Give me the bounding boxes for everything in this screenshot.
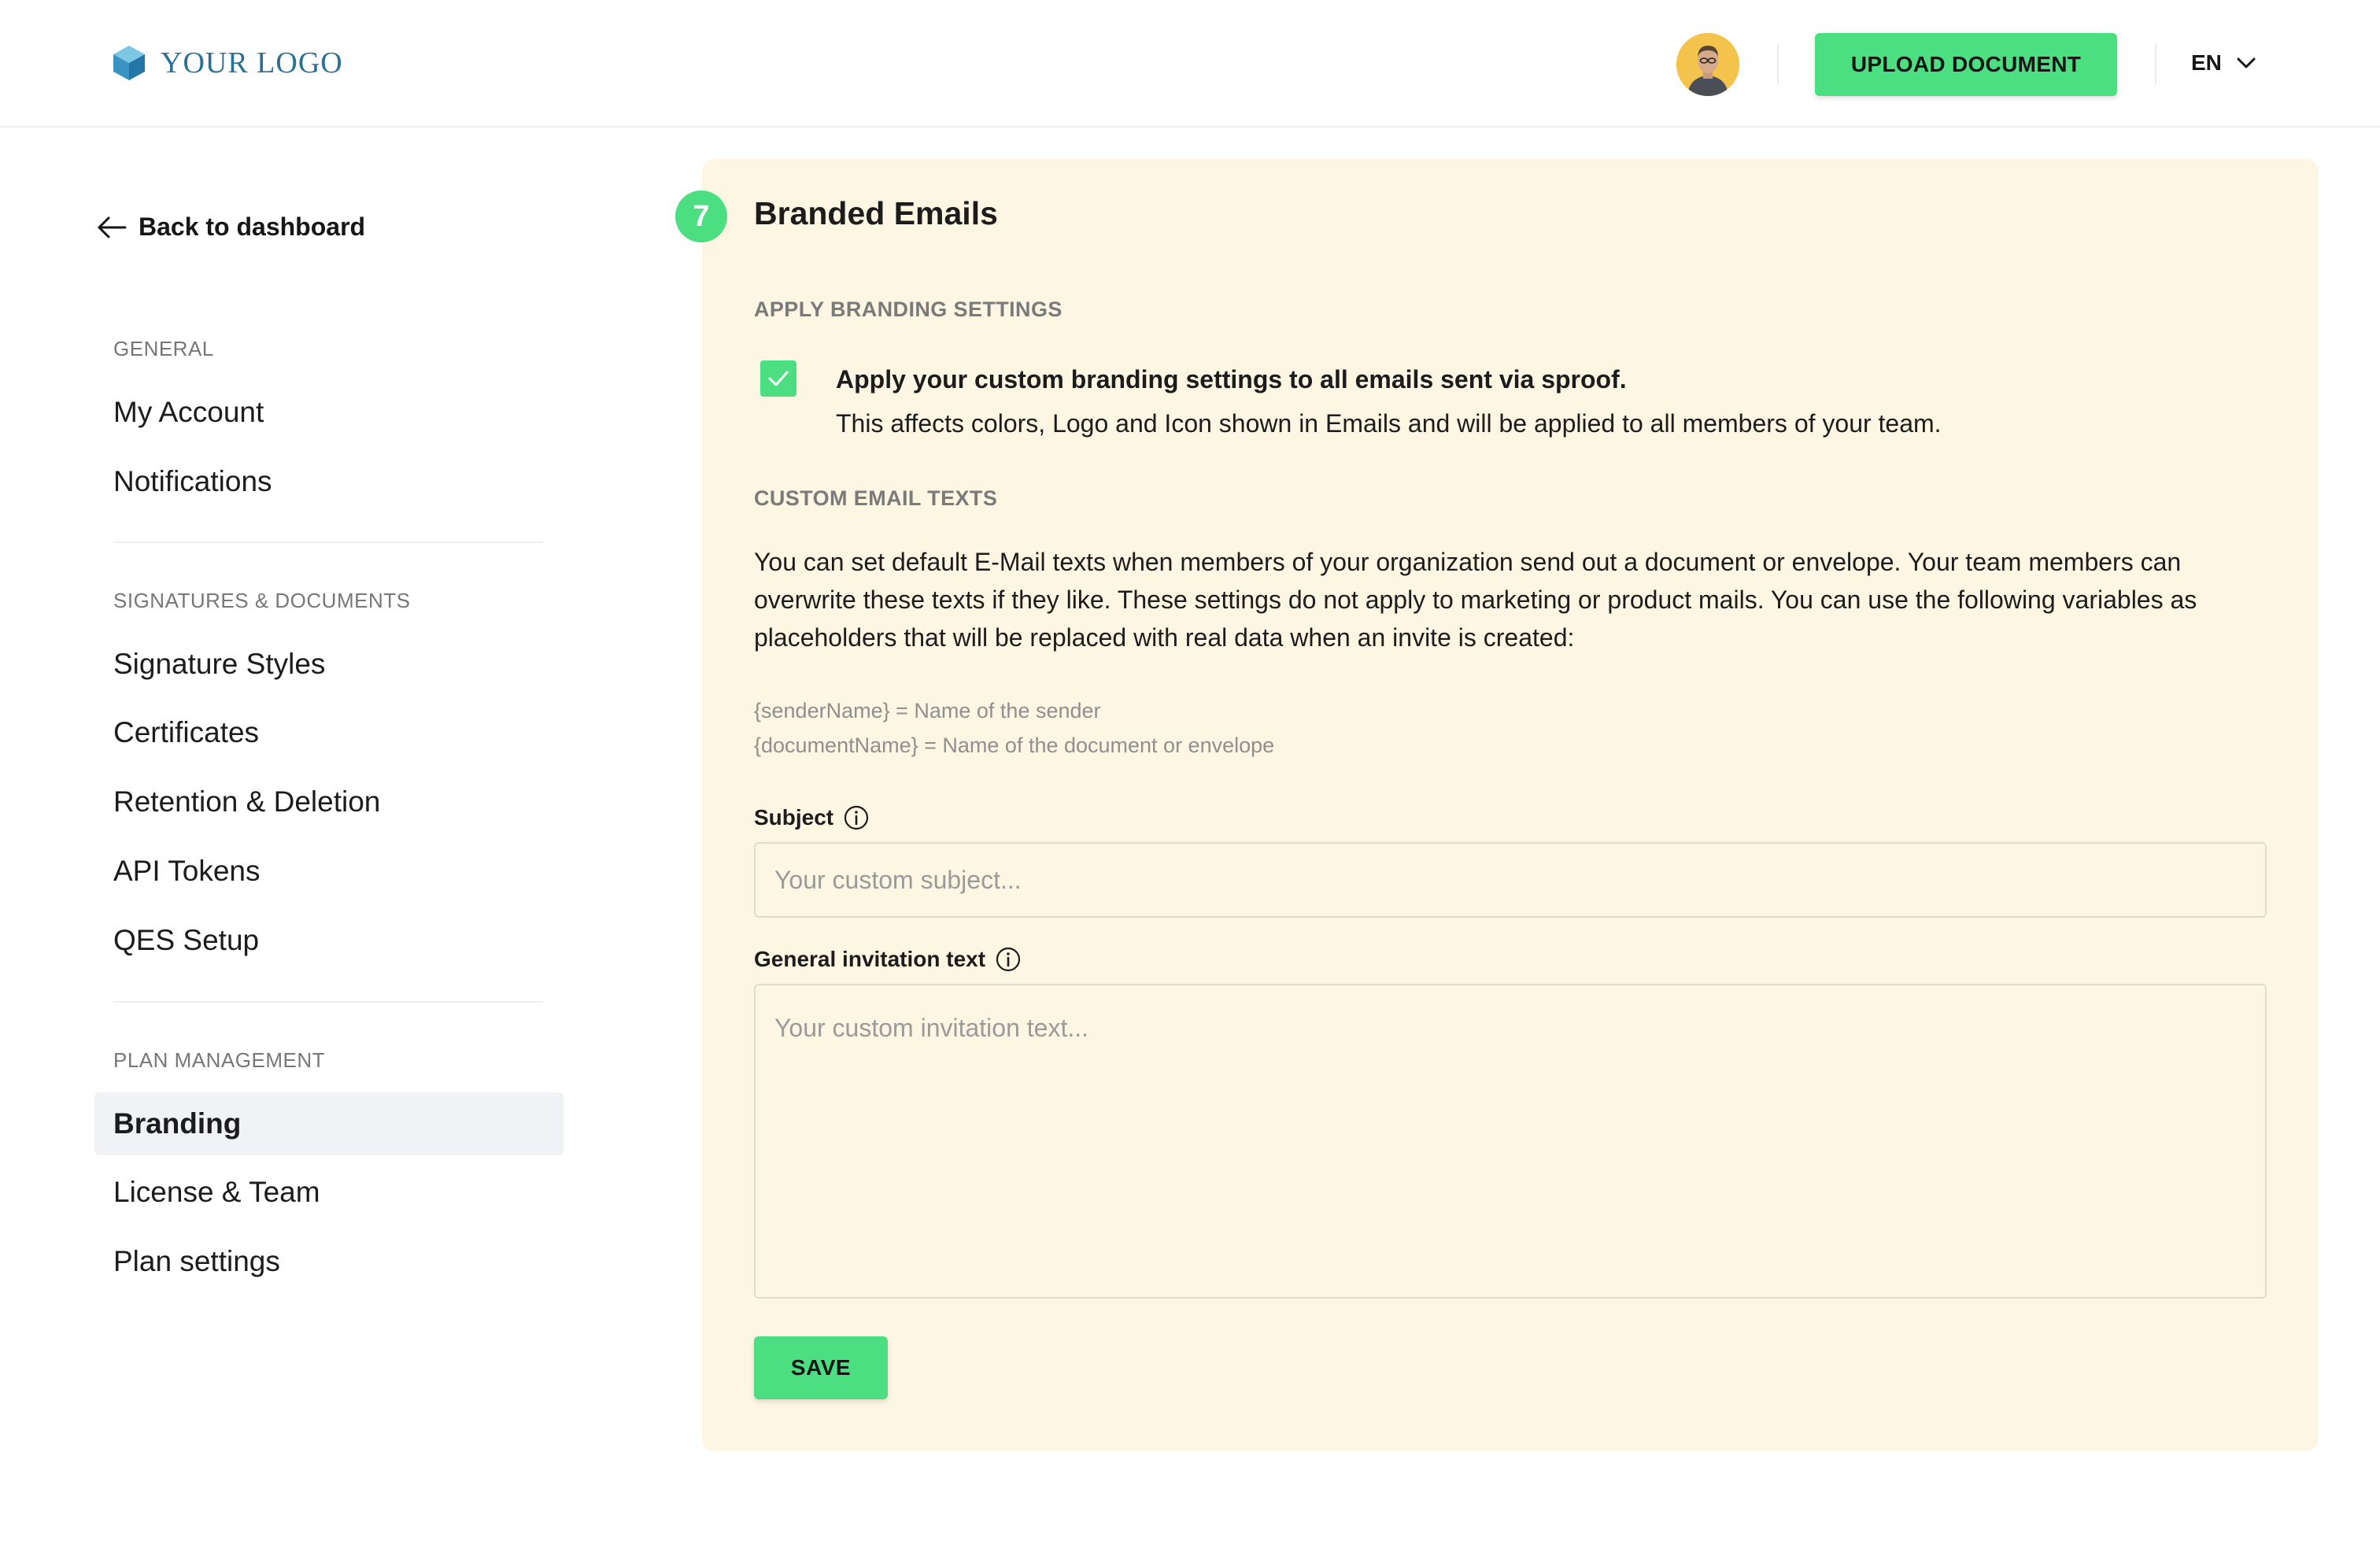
variable-document-name: {documentName} = Name of the document or… [754,733,1275,757]
subject-label: Subject [754,804,870,831]
sidebar-item-signature-styles[interactable]: Signature Styles [94,633,564,696]
section-label-signatures-documents: SIGNATURES & DOCUMENTS [113,589,411,612]
info-icon[interactable] [843,804,870,831]
checkmark-icon [768,371,789,386]
sidebar-item-notifications[interactable]: Notifications [94,450,564,513]
back-label: Back to dashboard [139,212,366,241]
chevron-down-icon [2237,57,2256,68]
subject-label-text: Subject [754,805,834,830]
sidebar-item-plan-settings[interactable]: Plan settings [94,1230,564,1293]
logo-text: YOUR LOGO [161,46,343,79]
apply-branding-title: Apply your custom branding settings to a… [836,365,1627,394]
sidebar-item-qes-setup[interactable]: QES Setup [94,909,564,972]
sidebar-divider [113,541,543,543]
sidebar-item-certificates[interactable]: Certificates [94,701,564,764]
apply-branding-checkbox[interactable] [760,360,796,397]
sidebar-item-branding[interactable]: Branding [94,1092,564,1155]
apply-branding-description: This affects colors, Logo and Icon shown… [836,409,1942,438]
back-to-dashboard-link[interactable]: Back to dashboard [96,212,365,242]
info-icon[interactable] [995,946,1022,973]
save-button[interactable]: SAVE [754,1336,888,1399]
invitation-text-label: General invitation text [754,946,1022,973]
custom-email-texts-label: CUSTOM EMAIL TEXTS [754,486,998,510]
section-label-general: GENERAL [113,337,214,360]
language-selector[interactable]: EN [2191,50,2256,76]
logo-cube-icon [113,46,145,80]
section-label-plan-management: PLAN MANAGEMENT [113,1048,325,1072]
invitation-label-text: General invitation text [754,947,986,971]
sidebar-item-my-account[interactable]: My Account [94,381,564,444]
subject-input[interactable] [754,842,2267,918]
apply-branding-label: APPLY BRANDING SETTINGS [754,297,1062,321]
invitation-text-input[interactable] [754,984,2267,1299]
sidebar-item-license-team[interactable]: License & Team [94,1161,564,1224]
header-divider [2155,44,2156,85]
upload-document-button[interactable]: UPLOAD DOCUMENT [1815,33,2117,96]
custom-email-description: You can set default E-Mail texts when me… [754,548,2197,652]
language-label: EN [2191,50,2222,75]
sidebar-item-api-tokens[interactable]: API Tokens [94,840,564,903]
page-title: Branded Emails [754,195,998,231]
variable-sender-name: {senderName} = Name of the sender [754,699,1101,722]
avatar[interactable] [1676,33,1739,96]
step-badge: 7 [675,190,727,242]
header-divider [1777,44,1779,85]
user-avatar-icon [1676,33,1739,96]
sidebar-divider [113,1001,543,1003]
logo[interactable]: YOUR LOGO [112,44,343,82]
arrow-left-icon [98,216,127,238]
top-header: YOUR LOGO UPLOAD DOCUMENT EN [0,0,2380,127]
sidebar-item-retention-deletion[interactable]: Retention & Deletion [94,770,564,833]
